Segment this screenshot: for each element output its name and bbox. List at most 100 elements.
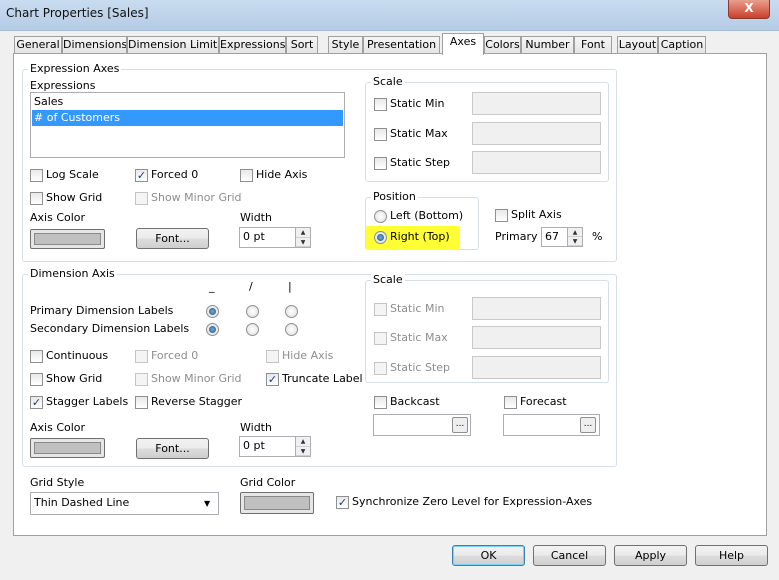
apply-button[interactable]: Apply: [614, 545, 687, 566]
backcast-checkbox[interactable]: [374, 396, 387, 409]
stagger-labels-checkbox[interactable]: ✓: [30, 396, 43, 409]
dim-static-max-input[interactable]: [472, 326, 601, 349]
expr-static-min-checkbox[interactable]: [374, 98, 387, 111]
right-top-radio[interactable]: [374, 231, 387, 244]
orientation-header: /: [249, 280, 253, 293]
expr-static-step-input[interactable]: [472, 151, 601, 174]
expr-show-grid-label: Show Grid: [46, 191, 103, 204]
percent-label: %: [592, 230, 603, 243]
spin-down-icon[interactable]: ▼: [568, 237, 582, 246]
tab-sort[interactable]: Sort: [286, 36, 318, 54]
dim-show-grid-checkbox[interactable]: [30, 373, 43, 386]
expr-static-min-input[interactable]: [472, 92, 601, 115]
expr-hide-axis-checkbox[interactable]: [240, 169, 253, 182]
secondary-dimension-labels-label: Secondary Dimension Labels: [30, 322, 190, 335]
tab-axes[interactable]: Axes: [442, 33, 484, 55]
close-button[interactable]: X: [728, 0, 770, 19]
help-button[interactable]: Help: [695, 545, 768, 566]
primary-dimension-labels-label: Primary Dimension Labels: [30, 304, 174, 317]
primary-orientation-radio[interactable]: [246, 305, 259, 318]
expr-static-max-checkbox[interactable]: [374, 128, 387, 141]
tab-number[interactable]: Number: [521, 36, 574, 54]
tab-layout[interactable]: Layout: [617, 36, 658, 54]
expr-axis-color-label: Axis Color: [30, 211, 86, 224]
forecast-checkbox[interactable]: [504, 396, 517, 409]
spin-down-icon[interactable]: ▼: [296, 237, 310, 247]
dim-show-minor-grid-label: Show Minor Grid: [151, 372, 242, 385]
chevron-down-icon[interactable]: ▼: [204, 499, 210, 508]
spin-up-icon[interactable]: ▲: [296, 437, 310, 447]
expr-font-button[interactable]: Font...: [136, 228, 209, 249]
expr-width-label: Width: [240, 211, 272, 224]
expr-static-step-label: Static Step: [390, 156, 450, 169]
grid-style-label: Grid Style: [30, 476, 85, 489]
orientation-header: _: [209, 280, 215, 293]
spin-down-icon[interactable]: ▼: [296, 446, 310, 456]
spin-up-icon[interactable]: ▲: [568, 228, 582, 237]
dim-axis-color-label: Axis Color: [30, 421, 86, 434]
expr-static-step-checkbox[interactable]: [374, 157, 387, 170]
dim-width-spinner[interactable]: ▲ ▼: [295, 436, 311, 457]
tab-expressions[interactable]: Expressions: [219, 36, 286, 54]
dim-static-max-checkbox: [374, 332, 387, 345]
log-scale-label: Log Scale: [46, 168, 99, 181]
grid-color-label: Grid Color: [240, 476, 296, 489]
dim-forced-0-checkbox: [135, 350, 148, 363]
ok-button[interactable]: OK: [452, 545, 525, 566]
expr-show-grid-checkbox[interactable]: [30, 192, 43, 205]
continuous-checkbox[interactable]: [30, 350, 43, 363]
dim-axis-color-button[interactable]: [30, 438, 105, 458]
dim-static-min-input[interactable]: [472, 297, 601, 320]
primary-spinner[interactable]: ▲ ▼: [567, 227, 583, 247]
grid-style-select[interactable]: Thin Dashed Line: [30, 492, 219, 515]
expr-show-minor-grid-checkbox: [135, 192, 148, 205]
sync-zero-label: Synchronize Zero Level for Expression-Ax…: [352, 495, 593, 508]
dim-static-step-input[interactable]: [472, 356, 601, 379]
grid-color-button[interactable]: [240, 492, 314, 514]
tab-dimension-limits[interactable]: Dimension Limits: [127, 36, 219, 54]
expr-axis-color-button[interactable]: [30, 229, 105, 249]
expr-static-max-input[interactable]: [472, 122, 601, 145]
reverse-stagger-label: Reverse Stagger: [151, 395, 243, 408]
tab-dimensions[interactable]: Dimensions: [62, 36, 127, 54]
secondary-orientation-radio[interactable]: [206, 323, 219, 336]
truncate-label-checkbox[interactable]: ✓: [266, 373, 279, 386]
left-bottom-radio[interactable]: [374, 210, 387, 223]
split-axis-checkbox[interactable]: [495, 209, 508, 222]
secondary-orientation-radio[interactable]: [246, 323, 259, 336]
dim-show-grid-label: Show Grid: [46, 372, 103, 385]
position-group-label: Position: [371, 190, 418, 203]
expr-forced-0-label: Forced 0: [151, 168, 199, 181]
reverse-stagger-checkbox[interactable]: [135, 396, 148, 409]
dim-static-min-checkbox: [374, 303, 387, 316]
tab-style[interactable]: Style: [328, 36, 363, 54]
sync-zero-checkbox[interactable]: ✓: [336, 496, 349, 509]
expr-show-minor-grid-label: Show Minor Grid: [151, 191, 242, 204]
orientation-header: |: [288, 280, 292, 293]
dim-scale-group-label: Scale: [371, 273, 405, 286]
dim-font-button[interactable]: Font...: [136, 438, 209, 459]
expressions-label: Expressions: [30, 79, 96, 92]
backcast-ellipsis-button[interactable]: ...: [452, 417, 468, 433]
tab-presentation[interactable]: Presentation: [363, 36, 440, 54]
tab-caption[interactable]: Caption: [658, 36, 706, 54]
log-scale-checkbox[interactable]: [30, 169, 43, 182]
tab-colors[interactable]: Colors: [484, 36, 521, 54]
expression-list-item[interactable]: Sales: [32, 94, 343, 110]
dimension-axis-group-label: Dimension Axis: [28, 267, 117, 280]
expr-width-spinner[interactable]: ▲ ▼: [295, 227, 311, 248]
expr-static-min-label: Static Min: [390, 97, 445, 110]
expressions-listbox[interactable]: Sales # of Customers: [30, 92, 345, 158]
cancel-button[interactable]: Cancel: [533, 545, 606, 566]
primary-orientation-radio[interactable]: [285, 305, 298, 318]
tab-general[interactable]: General: [14, 36, 62, 54]
spin-up-icon[interactable]: ▲: [296, 228, 310, 238]
expr-forced-0-checkbox[interactable]: ✓: [135, 169, 148, 182]
expression-list-item[interactable]: # of Customers: [32, 110, 343, 126]
secondary-orientation-radio[interactable]: [285, 323, 298, 336]
primary-label: Primary: [495, 230, 538, 243]
primary-orientation-radio[interactable]: [206, 305, 219, 318]
forecast-ellipsis-button[interactable]: ...: [580, 417, 596, 433]
expression-axes-group-label: Expression Axes: [28, 62, 122, 75]
tab-font[interactable]: Font: [574, 36, 612, 54]
